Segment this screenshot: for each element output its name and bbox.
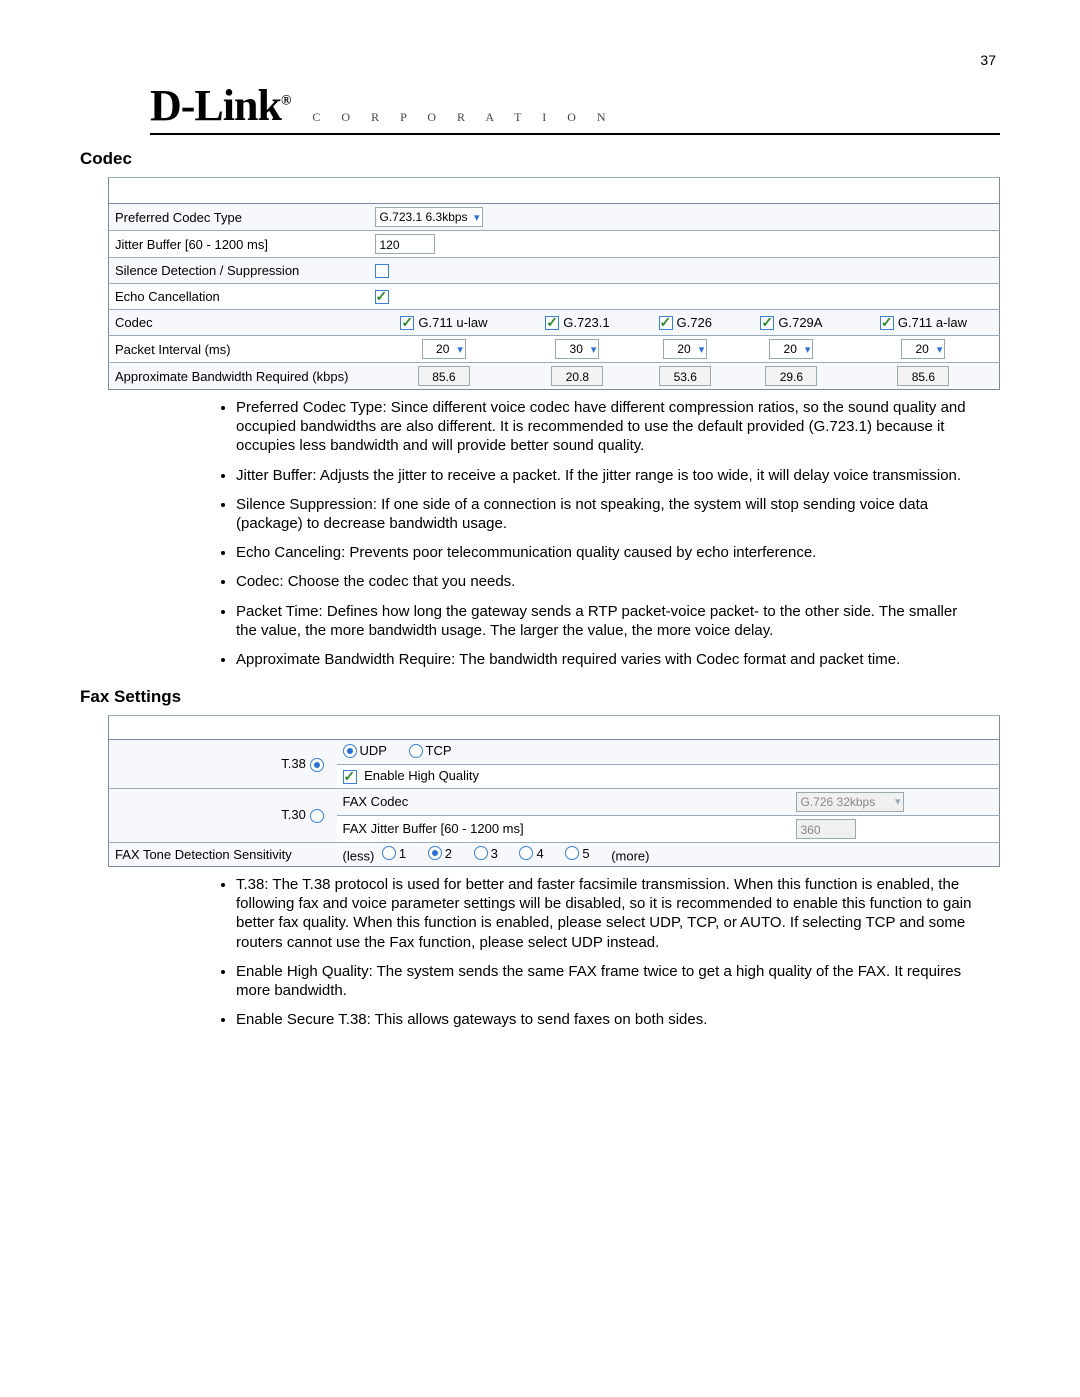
chevron-down-icon: ▾: [470, 211, 480, 224]
t30-radio[interactable]: [310, 809, 324, 823]
udp-label: UDP: [360, 743, 387, 758]
bandwidth-value-1: 20.8: [551, 366, 603, 386]
tone-radio-2[interactable]: [428, 846, 442, 860]
codec-settings-table: Codec Settings Preferred Codec Type G.72…: [108, 177, 1000, 390]
fax-tone-sensitivity-label: FAX Tone Detection Sensitivity: [109, 842, 337, 867]
silence-suppression-checkbox[interactable]: [375, 264, 389, 278]
codec-note: Silence Suppression: If one side of a co…: [236, 495, 982, 533]
chevron-down-icon: ▾: [933, 343, 943, 356]
bandwidth-value-2: 53.6: [659, 366, 711, 386]
header-divider: [150, 133, 1000, 135]
fax-note: Enable High Quality: The system sends th…: [236, 962, 982, 1000]
t30-label: T.30: [281, 807, 306, 822]
tone-opt-label: 2: [445, 846, 452, 861]
packet-interval-label: Packet Interval (ms): [109, 336, 369, 363]
tone-more-label: (more): [611, 848, 649, 863]
tone-opt-label: 1: [399, 846, 406, 861]
jitter-buffer-input[interactable]: 120: [375, 234, 435, 254]
pkt-interval-select-2[interactable]: 20▾: [663, 339, 707, 359]
codec-g711u-checkbox[interactable]: [400, 316, 414, 330]
brand-logo: D-Link®: [150, 80, 290, 131]
codec-note: Approximate Bandwidth Require: The bandw…: [236, 650, 982, 669]
fax-settings-header: FAX Settings: [109, 716, 1000, 740]
tone-radio-3[interactable]: [474, 846, 488, 860]
codec-note: Preferred Codec Type: Since different vo…: [236, 398, 982, 456]
pkt-interval-select-0[interactable]: 20▾: [422, 339, 466, 359]
codec-g726-checkbox[interactable]: [659, 316, 673, 330]
preferred-codec-label: Preferred Codec Type: [109, 204, 369, 231]
fax-settings-table: FAX Settings T.38 UDP TCP Enable High Qu…: [108, 715, 1000, 867]
tone-opt-label: 5: [582, 846, 589, 861]
fax-notes-list: T.38: The T.38 protocol is used for bett…: [80, 875, 1000, 1029]
brand-subtitle: C O R P O R A T I O N: [312, 110, 614, 131]
bandwidth-value-3: 29.6: [765, 366, 817, 386]
codec-note: Codec: Choose the codec that you needs.: [236, 572, 982, 591]
enable-high-quality-label: Enable High Quality: [364, 768, 479, 783]
tone-radio-1[interactable]: [382, 846, 396, 860]
codec-notes-list: Preferred Codec Type: Since different vo…: [80, 398, 1000, 669]
codec-settings-header: Codec Settings: [109, 178, 1000, 204]
pkt-interval-select-1[interactable]: 30▾: [555, 339, 599, 359]
codec-note: Packet Time: Defines how long the gatewa…: [236, 602, 982, 640]
codec-g711a-checkbox[interactable]: [880, 316, 894, 330]
tcp-label: TCP: [426, 743, 452, 758]
t38-label: T.38: [281, 756, 306, 771]
codec-list-label: Codec: [109, 310, 369, 336]
chevron-down-icon: ▾: [587, 343, 597, 356]
silence-suppression-label: Silence Detection / Suppression: [109, 258, 369, 284]
jitter-buffer-label: Jitter Buffer [60 - 1200 ms]: [109, 231, 369, 258]
page-number: 37: [980, 52, 996, 68]
chevron-down-icon: ▾: [891, 795, 901, 808]
fax-note: T.38: The T.38 protocol is used for bett…: [236, 875, 982, 952]
codec-g726-label: G.726: [677, 315, 712, 330]
preferred-codec-select[interactable]: G.723.1 6.3kbps ▾: [375, 207, 483, 227]
codec-note: Jitter Buffer: Adjusts the jitter to rec…: [236, 466, 982, 485]
fax-jitter-label: FAX Jitter Buffer [60 - 1200 ms]: [337, 815, 790, 842]
codec-heading: Codec: [80, 149, 1000, 169]
echo-cancellation-checkbox[interactable]: [375, 290, 389, 304]
tone-opt-label: 4: [536, 846, 543, 861]
tone-radio-4[interactable]: [519, 846, 533, 860]
codec-g711u-label: G.711 u-law: [418, 315, 487, 330]
udp-radio[interactable]: [343, 744, 357, 758]
codec-note: Echo Canceling: Prevents poor telecommun…: [236, 543, 982, 562]
tcp-radio[interactable]: [409, 744, 423, 758]
fax-jitter-input[interactable]: 360: [796, 819, 856, 839]
fax-codec-select[interactable]: G.726 32kbps ▾: [796, 792, 904, 812]
tone-opt-label: 3: [491, 846, 498, 861]
page-header: D-Link® C O R P O R A T I O N: [150, 80, 1000, 135]
tone-less-label: (less): [343, 848, 375, 863]
codec-g7231-label: G.723.1: [563, 315, 609, 330]
fax-heading: Fax Settings: [80, 687, 1000, 707]
codec-g7231-checkbox[interactable]: [545, 316, 559, 330]
chevron-down-icon: ▾: [695, 343, 705, 356]
chevron-down-icon: ▾: [801, 343, 811, 356]
codec-g729a-checkbox[interactable]: [760, 316, 774, 330]
fax-note: Enable Secure T.38: This allows gateways…: [236, 1010, 982, 1029]
pkt-interval-select-4[interactable]: 20▾: [901, 339, 945, 359]
bandwidth-label: Approximate Bandwidth Required (kbps): [109, 363, 369, 390]
t38-radio[interactable]: [310, 758, 324, 772]
chevron-down-icon: ▾: [453, 343, 463, 356]
enable-high-quality-checkbox[interactable]: [343, 770, 357, 784]
bandwidth-value-4: 85.6: [897, 366, 949, 386]
echo-cancellation-label: Echo Cancellation: [109, 284, 369, 310]
codec-g729a-label: G.729A: [778, 315, 822, 330]
fax-codec-label: FAX Codec: [337, 788, 790, 815]
bandwidth-value-0: 85.6: [418, 366, 470, 386]
codec-g711a-label: G.711 a-law: [898, 315, 967, 330]
pkt-interval-select-3[interactable]: 20▾: [769, 339, 813, 359]
tone-radio-5[interactable]: [565, 846, 579, 860]
